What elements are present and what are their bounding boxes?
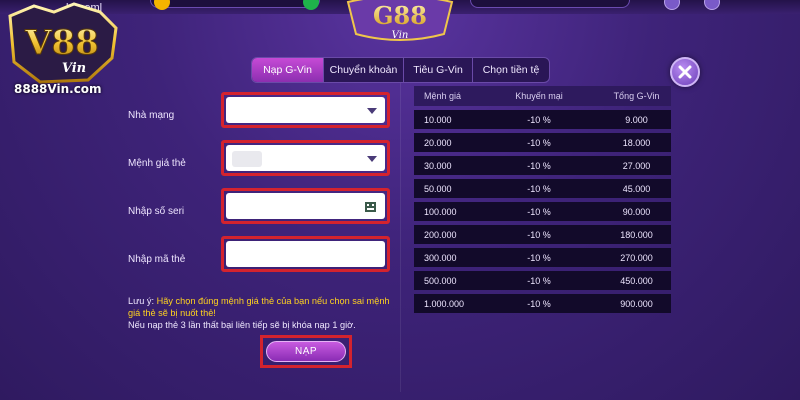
brand-site: 8888Vin.com	[14, 82, 102, 96]
cell-menh-gia: 100.000	[424, 206, 457, 217]
serial-label: Nhập số seri	[128, 206, 185, 217]
header-menh-gia: Mệnh giá	[424, 91, 462, 101]
submit-highlight: NẠP	[260, 335, 352, 368]
game-logo-text: G88	[373, 1, 427, 30]
table-row: 10.000 -10 % 9.000	[414, 110, 671, 129]
cell-khuyen-mai: -10 %	[527, 137, 551, 148]
cell-menh-gia: 1.000.000	[424, 298, 465, 309]
cell-tong: 180.000	[620, 229, 653, 240]
scan-icon[interactable]	[365, 202, 376, 212]
tab-bar: Nạp G-Vin Chuyển khoản Tiêu G-Vin Chọn t…	[251, 57, 550, 83]
cell-menh-gia: 50.000	[424, 183, 452, 194]
settings-icon[interactable]	[664, 0, 680, 10]
network-label: Nhà mạng	[128, 110, 175, 121]
brand-sub: Vin	[62, 61, 86, 76]
brand-name: V88	[24, 23, 99, 63]
notice-lock: Nếu nạp thẻ 3 lần thất bại liên tiếp sẽ …	[128, 320, 356, 330]
notice-prefix: Lưu ý:	[128, 296, 157, 306]
header-khuyen-mai: Khuyến mại	[515, 91, 563, 101]
chevron-down-icon	[367, 156, 377, 162]
table-row: 30.000 -10 % 27.000	[414, 156, 671, 175]
notice-text: Lưu ý: Hãy chọn đúng mệnh giá thẻ của bạ…	[128, 295, 398, 331]
menu-icon[interactable]	[704, 0, 720, 10]
coin-icon	[154, 0, 170, 10]
table-row: 1.000.000 -10 % 900.000	[414, 294, 671, 313]
notice-warning: Hãy chọn đúng mệnh giá thẻ của bạn nếu c…	[128, 296, 390, 318]
cell-tong: 270.000	[620, 252, 653, 263]
cell-tong: 9.000	[625, 114, 648, 125]
cell-tong: 900.000	[620, 298, 653, 309]
code-label: Nhập mã thẻ	[128, 254, 186, 265]
table-row: 500.000 -10 % 450.000	[414, 271, 671, 290]
top-pill-right[interactable]	[470, 0, 630, 8]
table-row: 100.000 -10 % 90.000	[414, 202, 671, 221]
rate-table-header: Mệnh giá Khuyến mại Tổng G-Vin	[414, 86, 671, 106]
cell-menh-gia: 200.000	[424, 229, 457, 240]
cell-menh-gia: 30.000	[424, 160, 452, 171]
cell-khuyen-mai: -10 %	[527, 229, 551, 240]
tab-tieu-gvin[interactable]: Tiêu G-Vin	[404, 58, 473, 82]
table-row: 200.000 -10 % 180.000	[414, 225, 671, 244]
denomination-select[interactable]	[221, 140, 390, 176]
tab-chon-tien-te[interactable]: Chọn tiền tệ	[473, 58, 549, 82]
game-logo: G88 Vin	[340, 0, 460, 46]
close-icon	[678, 65, 692, 79]
header-tong-gvin: Tổng G-Vin	[613, 91, 660, 101]
cell-tong: 450.000	[620, 275, 653, 286]
denomination-value-placeholder	[232, 151, 262, 167]
submit-button[interactable]: NẠP	[266, 341, 346, 362]
panel-divider	[400, 72, 401, 392]
balance-pill[interactable]	[150, 0, 320, 8]
cell-khuyen-mai: -10 %	[527, 114, 551, 125]
tab-chuyen-khoan[interactable]: Chuyển khoản	[324, 58, 404, 82]
table-row: 300.000 -10 % 270.000	[414, 248, 671, 267]
game-logo-sub: Vin	[392, 30, 409, 41]
cell-khuyen-mai: -10 %	[527, 160, 551, 171]
cell-khuyen-mai: -10 %	[527, 206, 551, 217]
rate-table: Mệnh giá Khuyến mại Tổng G-Vin 10.000 -1…	[414, 86, 671, 313]
network-select[interactable]	[221, 92, 390, 128]
chevron-down-icon	[367, 108, 377, 114]
cell-tong: 18.000	[622, 137, 651, 148]
cell-menh-gia: 500.000	[424, 275, 457, 286]
close-button[interactable]	[670, 57, 700, 87]
cell-menh-gia: 10.000	[424, 114, 452, 125]
cell-khuyen-mai: -10 %	[527, 183, 551, 194]
table-row: 50.000 -10 % 45.000	[414, 179, 671, 198]
table-row: 20.000 -10 % 18.000	[414, 133, 671, 152]
code-input[interactable]	[221, 236, 390, 272]
denomination-label: Mệnh giá thẻ	[128, 158, 186, 169]
brand-logo-graphic: V88 Vin	[8, 2, 118, 84]
cell-tong: 90.000	[622, 206, 651, 217]
cell-menh-gia: 300.000	[424, 252, 457, 263]
cell-khuyen-mai: -10 %	[527, 252, 551, 263]
cell-khuyen-mai: -10 %	[527, 275, 551, 286]
cell-khuyen-mai: -10 %	[527, 298, 551, 309]
cell-menh-gia: 20.000	[424, 137, 452, 148]
cell-tong: 45.000	[622, 183, 651, 194]
cell-tong: 27.000	[622, 160, 651, 171]
serial-input[interactable]	[221, 188, 390, 224]
add-coin-icon[interactable]	[303, 0, 319, 10]
tab-nap-gvin[interactable]: Nạp G-Vin	[252, 58, 324, 82]
